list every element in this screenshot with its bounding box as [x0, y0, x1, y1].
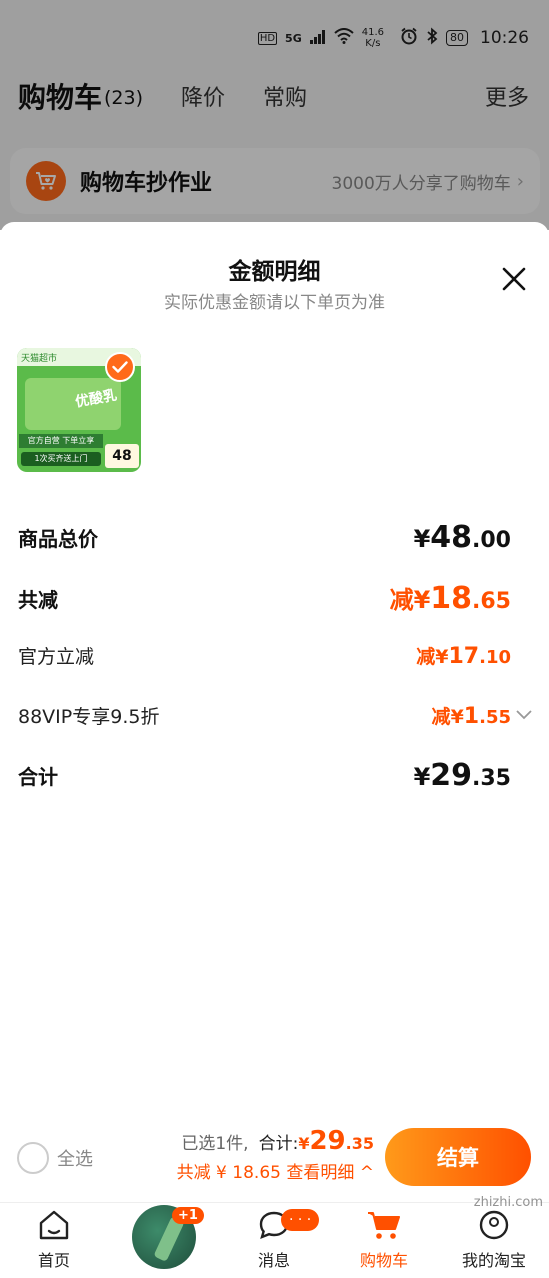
- bottom-tabbar: 首页 +1 消息 · · · 购物车 我的淘宝: [0, 1202, 549, 1278]
- row-amount: 减 ¥17.10: [416, 642, 511, 669]
- total-integer: 29: [309, 1126, 346, 1156]
- checkout-summary: 已选1件, 合计: ¥29.35 共减 ¥ 18.65 查看明细 ^: [177, 1126, 374, 1183]
- row-amount: 减 ¥1.55: [432, 702, 511, 729]
- amount-decimal: .55: [479, 707, 511, 728]
- view-detail-link[interactable]: 共减 ¥ 18.65 查看明细 ^: [177, 1158, 374, 1183]
- amount-integer: 18: [430, 581, 473, 616]
- product-thumbnail[interactable]: 天猫超市 优酸乳 官方自营 下单立享 1次买齐送上门 48: [17, 348, 141, 472]
- amount-integer: 29: [430, 758, 473, 793]
- row-label: 合计: [18, 765, 58, 789]
- tab-label: 购物车: [359, 1251, 408, 1270]
- profile-icon: [477, 1210, 511, 1245]
- amount-integer: 1: [463, 704, 480, 729]
- amount-yen: ¥: [413, 763, 431, 791]
- tab-label: 首页: [37, 1251, 70, 1270]
- chevron-down-icon[interactable]: [516, 708, 532, 724]
- amount-prefix: 减: [431, 706, 451, 728]
- row-label: 商品总价: [18, 527, 98, 551]
- tab-label: 消息: [257, 1251, 290, 1270]
- row-amount: ¥29.35: [414, 758, 511, 793]
- amount-yen: ¥: [413, 586, 431, 614]
- home-icon: [37, 1210, 71, 1245]
- amount-yen: ¥: [435, 646, 449, 668]
- row-total-discount: 共减 减 ¥18.65: [18, 580, 511, 616]
- amount-decimal: .35: [472, 766, 511, 791]
- total-yen: ¥: [298, 1134, 310, 1153]
- product-banner-delivery: 1次买齐送上门: [21, 452, 101, 466]
- total-amount: ¥29.35: [298, 1126, 374, 1156]
- select-all[interactable]: 全选: [17, 1142, 93, 1174]
- select-all-radio[interactable]: [17, 1142, 49, 1174]
- watermark: zhizhi.com: [473, 1195, 543, 1210]
- tab-cart[interactable]: 购物车: [339, 1209, 429, 1271]
- checked-icon[interactable]: [105, 352, 135, 382]
- amount-yen: ¥: [450, 706, 464, 728]
- cart-icon: [366, 1212, 402, 1245]
- total-label: 合计:: [258, 1134, 299, 1154]
- product-price-tag: 48: [105, 444, 139, 468]
- row-amount: ¥48.00: [414, 520, 511, 555]
- tab-home[interactable]: 首页: [9, 1209, 99, 1271]
- select-all-label: 全选: [57, 1149, 93, 1170]
- dim-overlay[interactable]: [0, 0, 549, 230]
- amount-decimal: .00: [472, 528, 511, 553]
- product-banner: 官方自营 下单立享: [19, 434, 103, 448]
- tab-label: 我的淘宝: [461, 1251, 526, 1270]
- close-icon[interactable]: [499, 264, 529, 294]
- row-vip-discount[interactable]: 88VIP专享9.5折 减 ¥1.55: [18, 702, 511, 729]
- checkout-button[interactable]: 结算: [385, 1128, 531, 1186]
- total-decimal: .35: [345, 1134, 374, 1153]
- amount-yen: ¥: [413, 525, 431, 553]
- row-label: 共减: [18, 587, 58, 612]
- row-official-discount: 官方立减 减 ¥17.10: [18, 642, 511, 669]
- row-item-total: 商品总价 ¥48.00: [18, 520, 511, 555]
- amount-decimal: .65: [472, 589, 511, 614]
- sheet-subtitle: 实际优惠金额请以下单页为准: [164, 293, 385, 313]
- row-amount: 减 ¥18.65: [390, 580, 511, 616]
- promo-badge: +1: [172, 1207, 204, 1224]
- row-label: 官方立减: [18, 646, 95, 668]
- selected-count: 已选1件,: [181, 1134, 249, 1154]
- tab-mine[interactable]: 我的淘宝: [449, 1209, 539, 1271]
- checkout-bar: 全选 已选1件, 合计: ¥29.35 共减 ¥ 18.65 查看明细 ^ 结算: [0, 1116, 549, 1202]
- row-grand-total: 合计 ¥29.35: [18, 758, 511, 793]
- amount-integer: 17: [448, 644, 480, 669]
- message-badge: · · ·: [281, 1209, 320, 1231]
- amount-integer: 48: [430, 520, 473, 555]
- summary-total: 已选1件, 合计: ¥29.35: [177, 1126, 374, 1156]
- sheet-title: 金额明细: [228, 259, 321, 285]
- amount-decimal: .10: [479, 647, 511, 668]
- amount-prefix: 减: [389, 586, 414, 614]
- amount-prefix: 减: [416, 646, 436, 668]
- row-label: 88VIP专享9.5折: [18, 706, 160, 728]
